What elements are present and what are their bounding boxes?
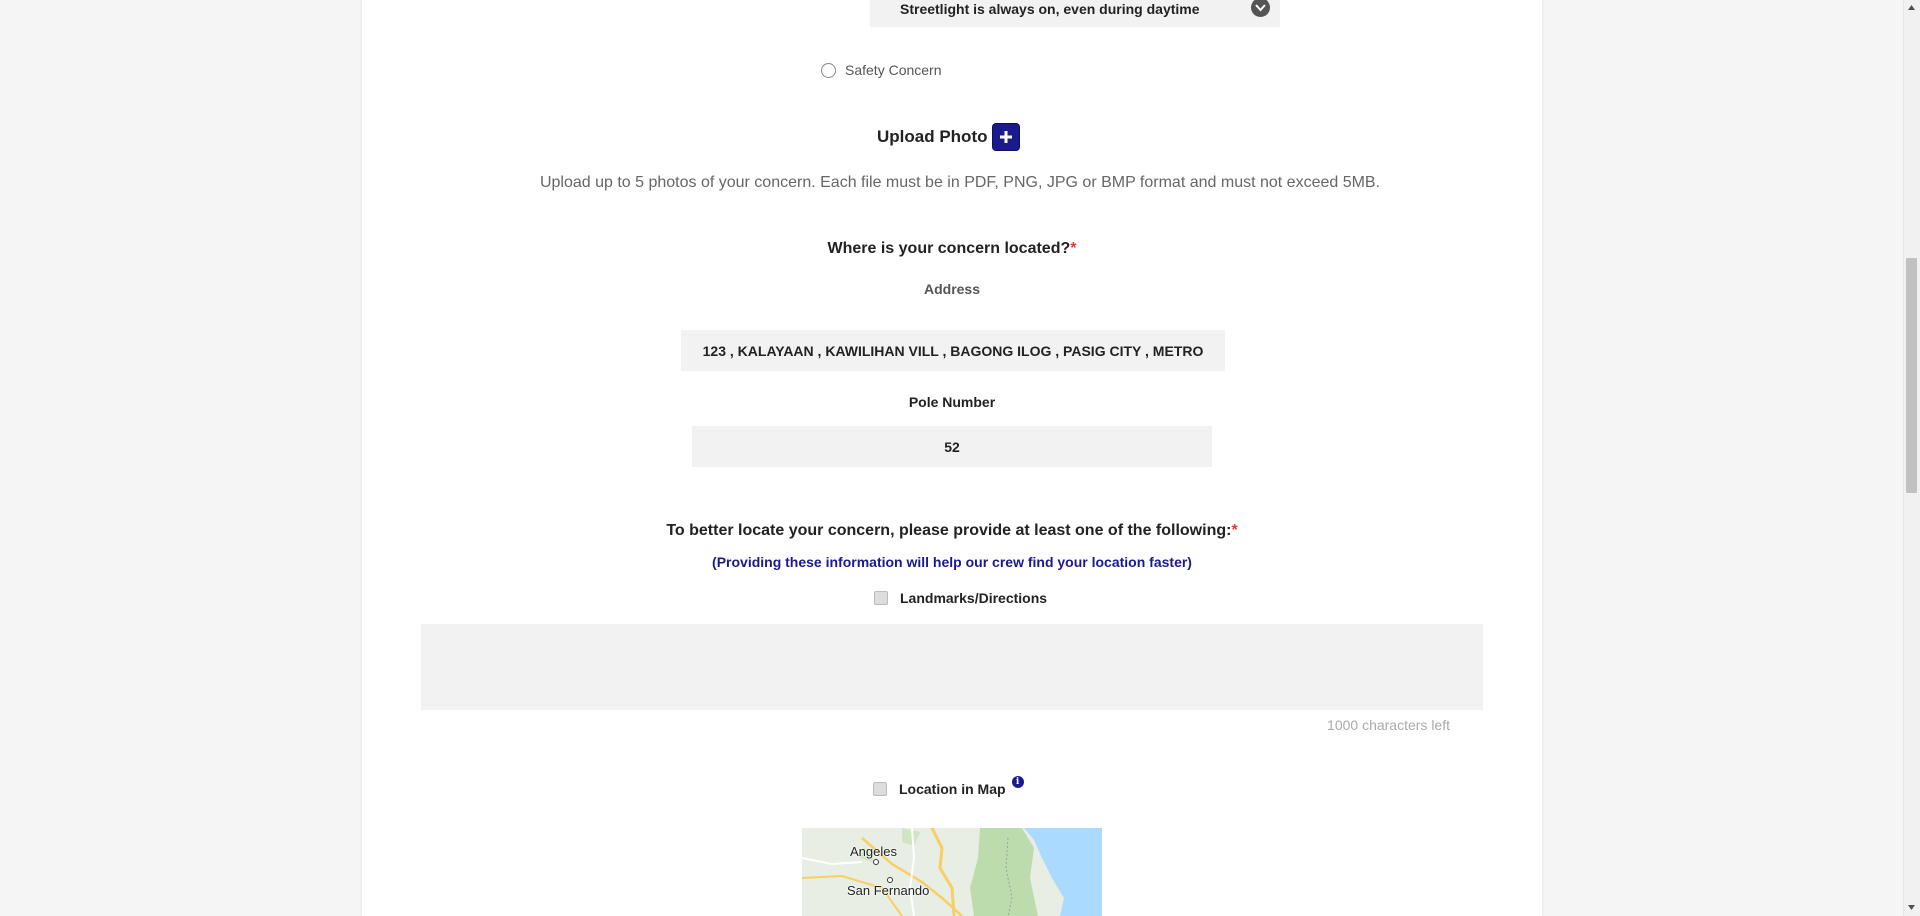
location-in-map-option[interactable]: Location in Map i <box>873 776 1024 799</box>
location-map[interactable]: Angeles San Fernando <box>802 828 1102 916</box>
concern-type-selected-text: Streetlight is always on, even during da… <box>900 1 1200 17</box>
map-tiles <box>802 828 1102 916</box>
locate-title-text: To better locate your concern, please pr… <box>666 522 1232 539</box>
locate-hint: (Providing these information will help o… <box>712 554 1192 570</box>
map-place-angeles: Angeles <box>850 844 897 859</box>
location-section-title: Where is your concern located?* <box>0 240 1904 258</box>
address-value: 123 , KALAYAAN , KAWILIHAN VILL , BAGONG… <box>702 342 1204 359</box>
landmarks-checkbox[interactable] <box>874 591 888 605</box>
safety-concern-radio[interactable] <box>821 62 836 78</box>
required-mark: * <box>1070 240 1077 257</box>
chevron-down-icon[interactable] <box>1251 0 1270 17</box>
address-label: Address <box>923 281 981 297</box>
required-mark: * <box>1231 522 1238 539</box>
pole-number-value: 52 <box>944 438 960 455</box>
locate-section-title: To better locate your concern, please pr… <box>0 522 1904 540</box>
safety-concern-label: Safety Concern <box>845 62 942 78</box>
scrollbar-thumb[interactable] <box>1906 258 1917 493</box>
landmarks-option[interactable]: Landmarks/Directions <box>874 588 1047 608</box>
safety-concern-option[interactable]: Safety Concern <box>821 60 942 80</box>
pole-number-field[interactable]: 52 <box>692 426 1212 467</box>
upload-photo-button[interactable] <box>992 123 1021 151</box>
scroll-up-arrow-icon[interactable] <box>1906 2 1917 13</box>
pole-number-label: Pole Number <box>908 394 996 410</box>
scroll-down-arrow-icon[interactable] <box>1906 902 1917 913</box>
location-in-map-label: Location in Map <box>899 781 1006 797</box>
location-in-map-checkbox[interactable] <box>873 782 887 796</box>
upload-photo-title: Upload Photo <box>877 127 988 146</box>
upload-description: Upload up to 5 photos of your concern. E… <box>539 174 1381 191</box>
character-counter: 1000 characters left <box>1327 717 1450 733</box>
landmarks-label: Landmarks/Directions <box>900 590 1048 606</box>
map-place-san-fernando: San Fernando <box>847 883 930 898</box>
landmarks-textarea[interactable] <box>421 624 1483 710</box>
info-icon[interactable]: i <box>1011 776 1024 788</box>
location-title-text: Where is your concern located? <box>827 240 1071 257</box>
concern-type-select[interactable]: Streetlight is always on, even during da… <box>870 0 1280 27</box>
plus-icon <box>1000 131 1013 143</box>
upload-photo-row: Upload Photo <box>877 122 1021 152</box>
address-field[interactable]: 123 , KALAYAAN , KAWILIHAN VILL , BAGONG… <box>681 330 1225 371</box>
